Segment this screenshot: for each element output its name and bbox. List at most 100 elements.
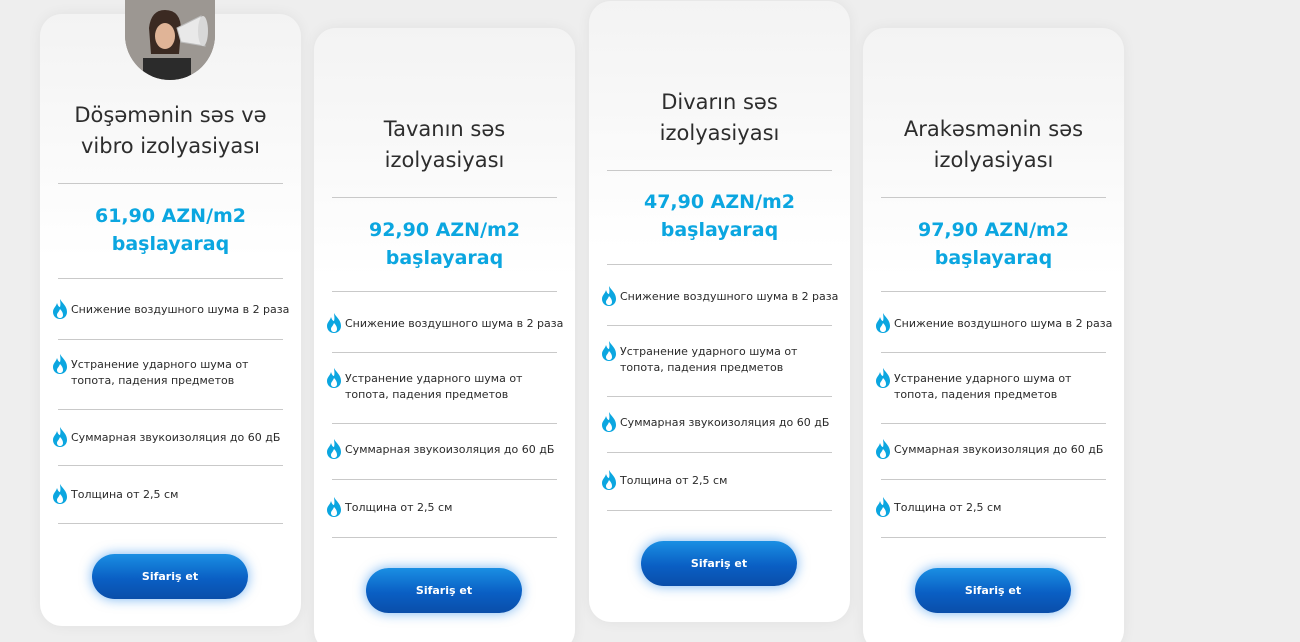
feature-text: Снижение воздушного шума в 2 раза: [894, 317, 1113, 330]
flame-icon: [327, 439, 341, 459]
feature-item: Суммарная звукоизоляция до 60 дБ: [325, 439, 565, 460]
feature-text: Толщина от 2,5 см: [620, 474, 728, 487]
divider: [607, 396, 832, 397]
feature-text: Толщина от 2,5 см: [894, 501, 1002, 514]
feature-item: Толщина от 2,5 см: [874, 497, 1114, 518]
feature-text: Снижение воздушного шума в 2 раза: [71, 303, 290, 316]
flame-icon: [53, 484, 67, 504]
flame-icon: [602, 341, 616, 361]
order-button[interactable]: Sifariş et: [92, 554, 248, 599]
card-title-line: izolyasiyası: [659, 121, 780, 145]
divider: [607, 170, 832, 171]
flame-icon: [602, 412, 616, 432]
flame-icon: [876, 439, 890, 459]
flame-icon: [327, 497, 341, 517]
feature-text: Толщина от 2,5 см: [345, 501, 453, 514]
card-title: Tavanın səs izolyasiyası: [314, 114, 575, 176]
card-title-line: Arakəsmənin səs: [903, 117, 1084, 141]
avatar-photo: [125, 0, 215, 80]
pricing-card-wall: Divarın səs izolyasiyası 47,90 AZN/m2 ba…: [589, 1, 850, 622]
price-suffix: başlayaraq: [111, 233, 230, 255]
feature-item: Снижение воздушного шума в 2 раза: [51, 299, 291, 320]
feature-text: Устранение ударного шума от топота, паде…: [620, 345, 798, 374]
card-title-line: Divarın səs: [661, 90, 778, 114]
flame-icon: [53, 354, 67, 374]
feature-item: Снижение воздушного шума в 2 раза: [325, 313, 565, 334]
feature-text: Суммарная звукоизоляция до 60 дБ: [71, 431, 281, 444]
divider: [332, 197, 557, 198]
card-price: 47,90 AZN/m2 başlayaraq: [589, 188, 850, 244]
divider: [607, 510, 832, 511]
divider: [332, 479, 557, 480]
feature-item: Суммарная звукоизоляция до 60 дБ: [874, 439, 1114, 460]
divider: [58, 339, 283, 340]
divider: [881, 537, 1106, 538]
card-title: Arakəsmənin səs izolyasiyası: [863, 114, 1124, 176]
flame-icon: [876, 368, 890, 388]
feature-item: Суммарная звукоизоляция до 60 дБ: [600, 412, 840, 433]
feature-text: Снижение воздушного шума в 2 раза: [345, 317, 564, 330]
divider: [332, 423, 557, 424]
divider: [58, 183, 283, 184]
feature-text: Устранение ударного шума от топота, паде…: [71, 358, 249, 387]
feature-text: Суммарная звукоизоляция до 60 дБ: [894, 443, 1104, 456]
divider: [332, 291, 557, 292]
flame-icon: [602, 470, 616, 490]
price-value: 97,90 AZN/m2: [917, 219, 1070, 241]
order-button[interactable]: Sifariş et: [641, 541, 797, 586]
feature-item: Устранение ударного шума от топота, паде…: [51, 354, 291, 389]
flame-icon: [327, 313, 341, 333]
order-button[interactable]: Sifariş et: [915, 568, 1071, 613]
card-title-line: izolyasiyası: [933, 148, 1054, 172]
divider: [607, 325, 832, 326]
divider: [881, 479, 1106, 480]
price-suffix: başlayaraq: [385, 247, 504, 269]
feature-text: Суммарная звукоизоляция до 60 дБ: [620, 416, 830, 429]
flame-icon: [53, 299, 67, 319]
feature-text: Снижение воздушного шума в 2 раза: [620, 290, 839, 303]
feature-item: Снижение воздушного шума в 2 раза: [600, 286, 840, 307]
feature-item: Устранение ударного шума от топота, паде…: [325, 368, 565, 403]
divider: [607, 264, 832, 265]
divider: [881, 291, 1106, 292]
feature-text: Толщина от 2,5 см: [71, 488, 179, 501]
divider: [881, 352, 1106, 353]
pricing-card-partition: Arakəsmənin səs izolyasiyası 97,90 AZN/m…: [863, 28, 1124, 642]
feature-item: Устранение ударного шума от топота, паде…: [874, 368, 1114, 403]
feature-text: Устранение ударного шума от топота, паде…: [894, 372, 1072, 401]
price-suffix: başlayaraq: [934, 247, 1053, 269]
divider: [58, 523, 283, 524]
divider: [58, 465, 283, 466]
divider: [881, 197, 1106, 198]
price-value: 47,90 AZN/m2: [643, 191, 796, 213]
pricing-card-ceiling: Tavanın səs izolyasiyası 92,90 AZN/m2 ba…: [314, 28, 575, 642]
feature-item: Устранение ударного шума от топота, паде…: [600, 341, 840, 376]
card-title: Divarın səs izolyasiyası: [589, 87, 850, 149]
divider: [332, 352, 557, 353]
flame-icon: [53, 427, 67, 447]
flame-icon: [602, 286, 616, 306]
card-title-line: izolyasiyası: [384, 148, 505, 172]
divider: [881, 423, 1106, 424]
feature-text: Суммарная звукоизоляция до 60 дБ: [345, 443, 555, 456]
order-button[interactable]: Sifariş et: [366, 568, 522, 613]
flame-icon: [876, 313, 890, 333]
divider: [607, 452, 832, 453]
pricing-card-floor: Döşəmənin səs və vibro izolyasiyası 61,9…: [40, 0, 301, 626]
feature-text: Устранение ударного шума от топота, паде…: [345, 372, 523, 401]
card-title-line: Tavanın səs: [383, 117, 506, 141]
feature-item: Толщина от 2,5 см: [51, 484, 291, 505]
card-price: 61,90 AZN/m2 başlayaraq: [40, 202, 301, 258]
card-title: Döşəmənin səs və vibro izolyasiyası: [40, 100, 301, 162]
avatar: [125, 0, 215, 80]
feature-item: Толщина от 2,5 см: [600, 470, 840, 491]
feature-item: Суммарная звукоизоляция до 60 дБ: [51, 427, 291, 448]
card-title-line: Döşəmənin səs və: [74, 103, 267, 127]
pricing-section: Döşəmənin səs və vibro izolyasiyası 61,9…: [0, 0, 1300, 642]
price-value: 92,90 AZN/m2: [368, 219, 521, 241]
feature-item: Снижение воздушного шума в 2 раза: [874, 313, 1114, 334]
price-value: 61,90 AZN/m2: [94, 205, 247, 227]
card-price: 92,90 AZN/m2 başlayaraq: [314, 216, 575, 272]
divider: [58, 278, 283, 279]
flame-icon: [876, 497, 890, 517]
